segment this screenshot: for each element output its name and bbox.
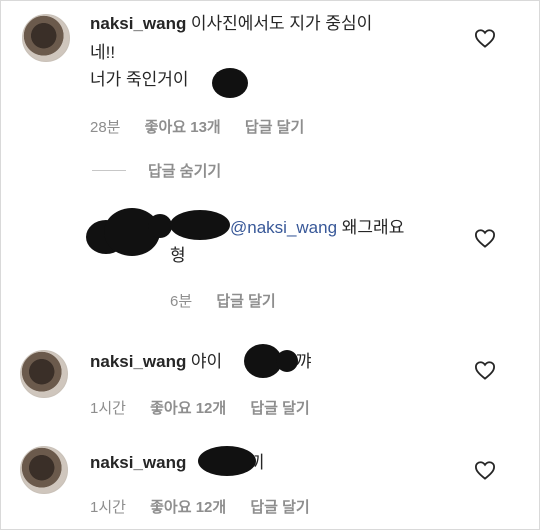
reply-button[interactable]: 답글 달기 [250, 499, 309, 516]
reply-text-line2: 형 [170, 246, 186, 265]
reply-button[interactable]: 답글 달기 [245, 119, 304, 136]
avatar[interactable] [22, 14, 70, 62]
comment-text-part: 야이 [190, 352, 223, 371]
reply-button[interactable]: 답글 달기 [250, 400, 309, 417]
comment-time: 28분 [90, 119, 121, 136]
like-button[interactable] [474, 460, 496, 480]
like-button[interactable] [474, 228, 496, 248]
mention-link[interactable]: @naksi_wang [230, 218, 337, 237]
screenshot-frame [0, 0, 540, 530]
likes-count[interactable]: 좋아요 12개 [150, 400, 226, 417]
avatar[interactable] [20, 350, 68, 398]
divider-line [92, 170, 126, 171]
comment-username[interactable]: naksi_wang [90, 352, 186, 371]
comment-meta: 1시간 좋아요 12개 답글 달기 [90, 496, 330, 517]
comment-time: 1시간 [90, 400, 126, 417]
like-button[interactable] [474, 28, 496, 48]
heart-outline-icon [474, 361, 496, 380]
comment-meta: 28분 좋아요 13개 답글 달기 [90, 116, 324, 137]
heart-outline-icon [474, 229, 496, 248]
comment-text: 이사진에서도 지가 중심이 [190, 14, 373, 33]
comment-username[interactable]: naksi_wang [90, 453, 186, 472]
reply-time: 6분 [170, 293, 193, 310]
redaction-mark [148, 214, 172, 238]
comment-meta: 1시간 좋아요 12개 답글 달기 [90, 397, 330, 418]
redaction-mark [212, 68, 248, 98]
comment-username[interactable]: naksi_wang [90, 14, 186, 33]
redaction-mark [170, 210, 230, 240]
hide-replies-button[interactable]: 답글 숨기기 [148, 160, 221, 181]
likes-count[interactable]: 좋아요 12개 [150, 499, 226, 516]
comment-text-line2: 네!! [90, 43, 116, 62]
heart-outline-icon [474, 461, 496, 480]
heart-outline-icon [474, 29, 496, 48]
redaction-mark [276, 350, 298, 372]
avatar[interactable] [20, 446, 68, 494]
reply-button[interactable]: 답글 달기 [216, 293, 275, 310]
comment-time: 1시간 [90, 499, 126, 516]
comment-body: naksi_wang 이사진에서도 지가 중심이 [90, 12, 372, 37]
comment-text-part: 너가 죽인거이 [90, 70, 189, 89]
redaction-mark [198, 446, 256, 476]
reply-meta: 6분 답글 달기 [170, 290, 296, 311]
likes-count[interactable]: 좋아요 13개 [145, 119, 221, 136]
like-button[interactable] [474, 360, 496, 380]
reply-body: @naksi_wang 왜그래요 [230, 216, 404, 240]
reply-text: 왜그래요 [341, 218, 405, 237]
